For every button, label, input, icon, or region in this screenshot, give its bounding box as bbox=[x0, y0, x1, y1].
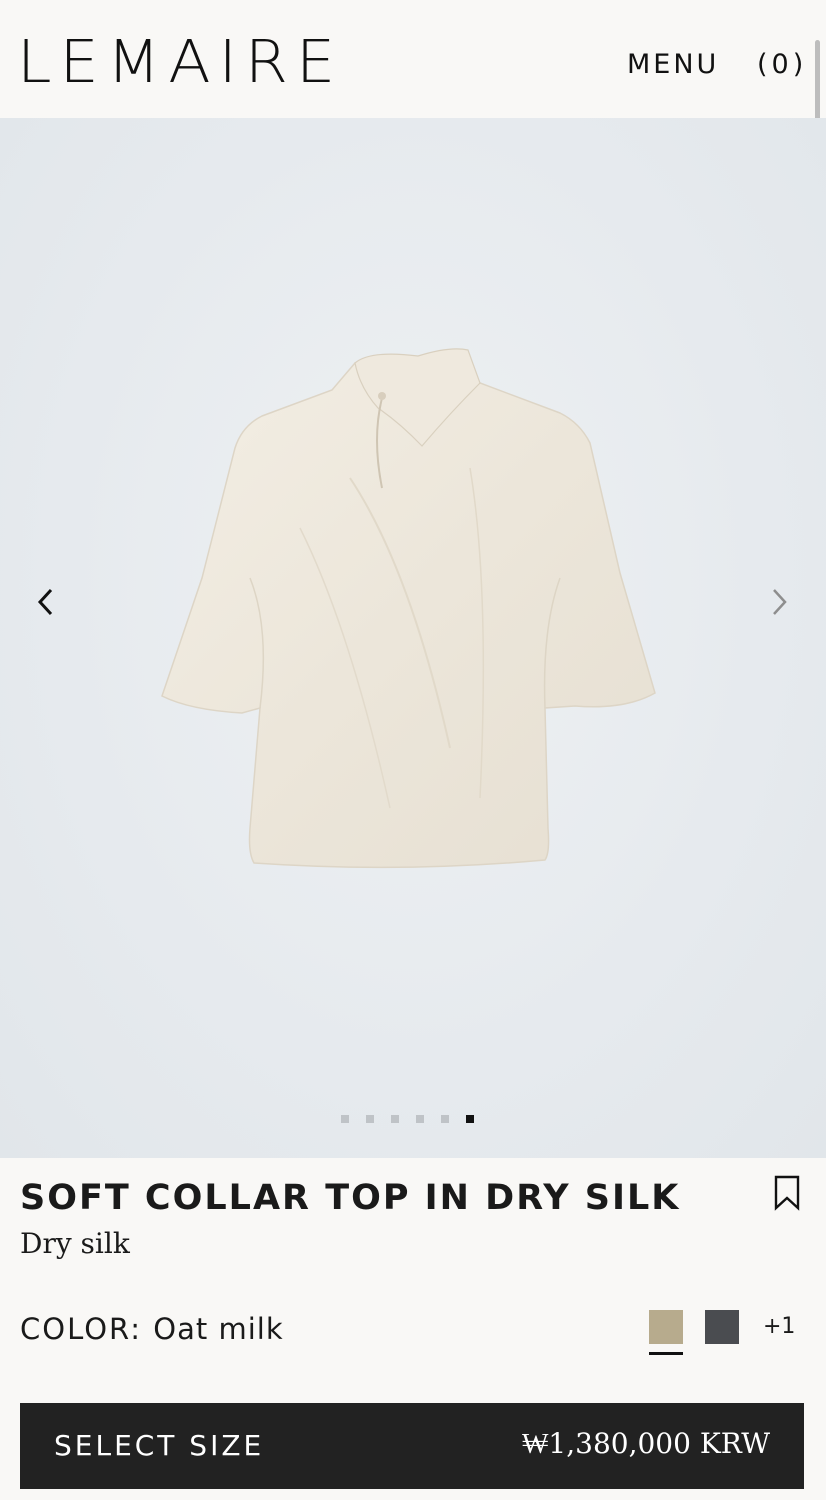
product-title: SOFT COLLAR TOP IN DRY SILK bbox=[20, 1178, 681, 1218]
gallery-dot[interactable] bbox=[341, 1115, 349, 1123]
product-price: ₩1,380,000 KRW bbox=[522, 1427, 770, 1460]
color-selector: COLOR: Oat milk +1 bbox=[20, 1310, 810, 1355]
gallery-dot-active[interactable] bbox=[466, 1115, 474, 1123]
gallery-dot[interactable] bbox=[391, 1115, 399, 1123]
wishlist-button[interactable] bbox=[773, 1175, 801, 1211]
select-size-label: SELECT SIZE bbox=[54, 1429, 265, 1462]
menu-button[interactable]: MENU bbox=[627, 48, 719, 82]
gallery-prev-button[interactable] bbox=[26, 580, 66, 624]
select-size-button[interactable]: SELECT SIZE ₩1,380,000 KRW bbox=[20, 1403, 804, 1489]
gallery-dot[interactable] bbox=[416, 1115, 424, 1123]
brand-logo[interactable]: LEMAIRE bbox=[17, 26, 343, 98]
cart-button[interactable]: (0) bbox=[757, 48, 807, 82]
color-swatch-oat-milk[interactable] bbox=[649, 1310, 683, 1344]
product-gallery[interactable] bbox=[0, 118, 826, 1158]
site-header: LEMAIRE MENU (0) bbox=[0, 0, 826, 118]
selected-swatch-indicator bbox=[649, 1352, 683, 1355]
color-value: Oat milk bbox=[153, 1312, 284, 1346]
gallery-next-button[interactable] bbox=[759, 580, 799, 624]
more-colors-button[interactable]: +1 bbox=[763, 1312, 795, 1342]
color-label-text: COLOR: bbox=[20, 1312, 143, 1346]
bookmark-icon bbox=[774, 1175, 800, 1211]
product-image bbox=[161, 348, 656, 869]
chevron-left-icon bbox=[37, 588, 53, 616]
gallery-dot[interactable] bbox=[441, 1115, 449, 1123]
product-material: Dry silk bbox=[20, 1227, 130, 1260]
color-label: COLOR: Oat milk bbox=[20, 1310, 284, 1348]
gallery-pagination bbox=[341, 1114, 474, 1124]
chevron-right-icon bbox=[773, 589, 787, 615]
gallery-dot[interactable] bbox=[366, 1115, 374, 1123]
color-swatch-dark[interactable] bbox=[705, 1310, 739, 1344]
